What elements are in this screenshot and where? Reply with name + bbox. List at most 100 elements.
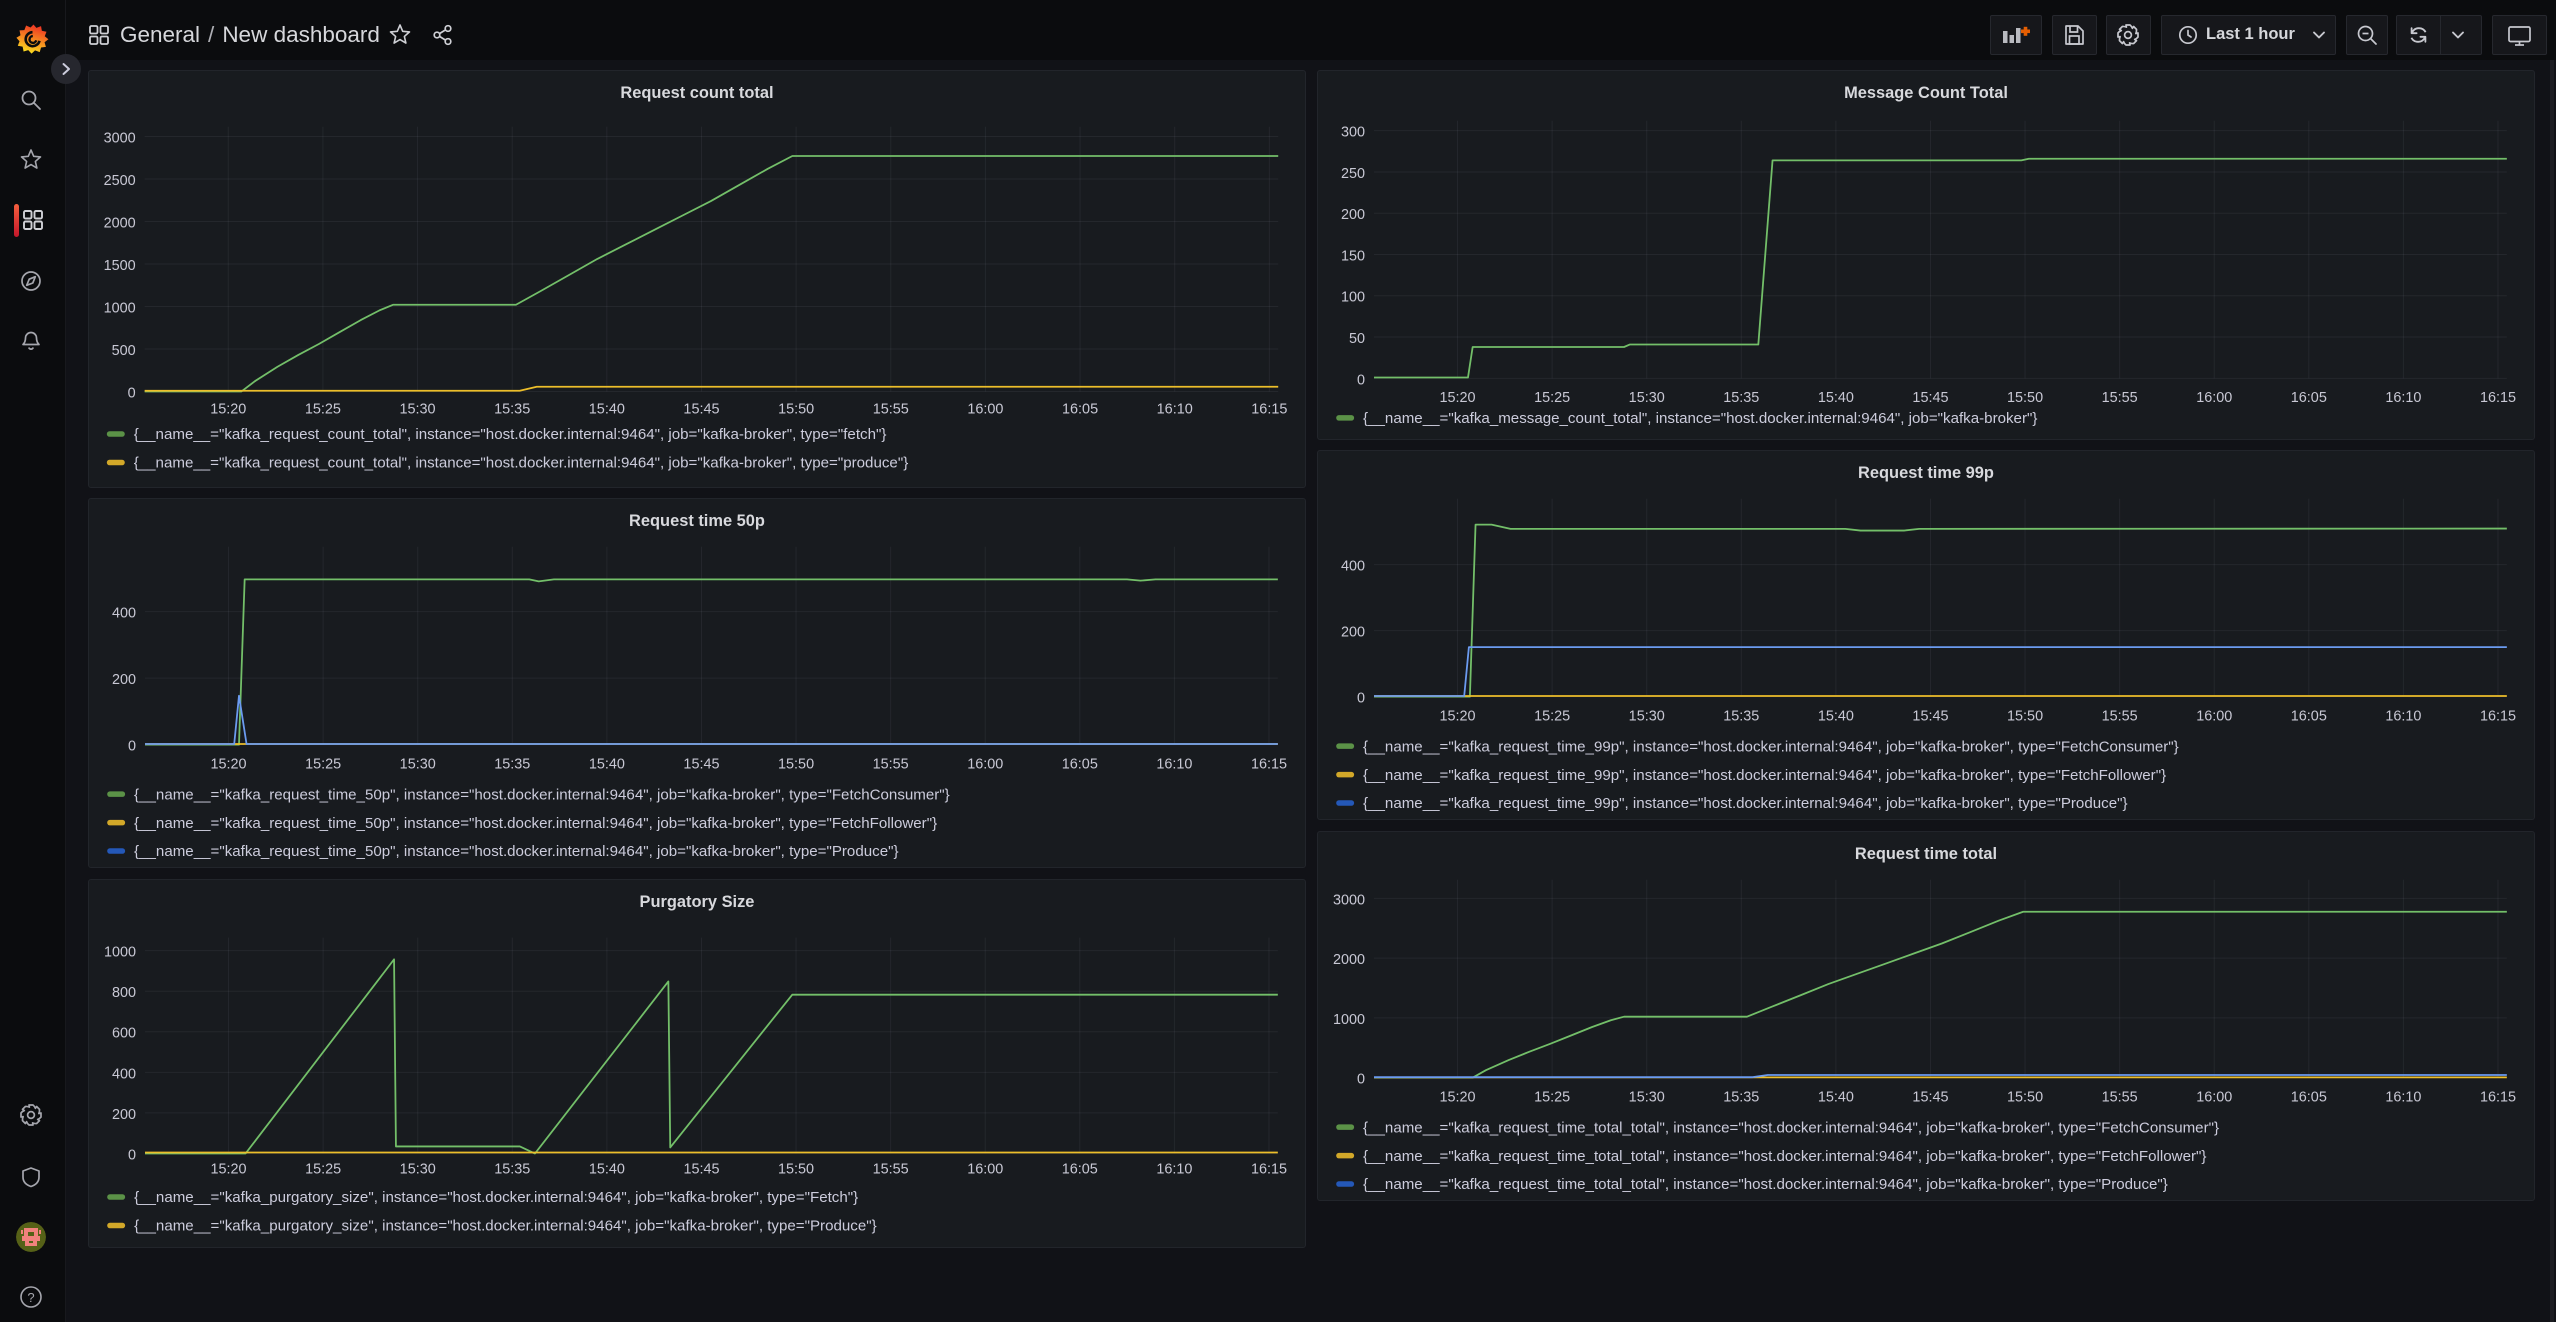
svg-text:15:55: 15:55	[873, 401, 909, 417]
svg-text:15:20: 15:20	[1440, 709, 1476, 725]
svg-text:16:05: 16:05	[2291, 709, 2327, 725]
svg-text:Request time total: Request time total	[1855, 845, 1997, 863]
svg-text:15:45: 15:45	[683, 1161, 719, 1177]
svg-text:15:20: 15:20	[211, 1161, 247, 1177]
svg-text:16:00: 16:00	[967, 401, 1003, 417]
svg-text:Message Count Total: Message Count Total	[1844, 84, 2008, 102]
svg-text:16:05: 16:05	[1062, 1161, 1098, 1177]
svg-text:15:45: 15:45	[1912, 1090, 1948, 1106]
svg-text:50: 50	[1349, 331, 1365, 347]
svg-text:15:50: 15:50	[2007, 1090, 2043, 1106]
svg-text:15:45: 15:45	[1912, 709, 1948, 725]
svg-text:15:55: 15:55	[2102, 390, 2138, 406]
svg-text:16:00: 16:00	[2196, 390, 2232, 406]
svg-text:0: 0	[1357, 372, 1365, 388]
svg-text:1000: 1000	[1333, 1012, 1365, 1028]
svg-text:16:15: 16:15	[1251, 401, 1287, 417]
svg-text:15:30: 15:30	[1629, 390, 1665, 406]
svg-text:15:55: 15:55	[873, 757, 909, 773]
svg-text:15:40: 15:40	[1818, 1090, 1854, 1106]
svg-text:15:20: 15:20	[1440, 1090, 1476, 1106]
svg-text:16:00: 16:00	[2196, 1090, 2232, 1106]
svg-text:2000: 2000	[1333, 952, 1365, 968]
svg-text:15:25: 15:25	[305, 401, 341, 417]
svg-text:15:55: 15:55	[2102, 709, 2138, 725]
svg-text:{__name__="kafka_request_time_: {__name__="kafka_request_time_99p", inst…	[1363, 738, 2179, 755]
svg-text:{__name__="kafka_request_time_: {__name__="kafka_request_time_50p", inst…	[134, 815, 937, 832]
svg-text:15:40: 15:40	[1818, 390, 1854, 406]
svg-text:16:15: 16:15	[1251, 1161, 1287, 1177]
svg-text:300: 300	[1341, 125, 1365, 141]
svg-text:16:10: 16:10	[1156, 1161, 1192, 1177]
svg-text:15:30: 15:30	[1629, 709, 1665, 725]
svg-text:15:45: 15:45	[683, 757, 719, 773]
svg-text:16:10: 16:10	[2385, 709, 2421, 725]
svg-text:2000: 2000	[104, 215, 136, 231]
svg-text:16:00: 16:00	[967, 1161, 1003, 1177]
svg-text:15:35: 15:35	[1723, 709, 1759, 725]
svg-text:3000: 3000	[1333, 892, 1365, 908]
svg-text:400: 400	[1341, 559, 1365, 575]
svg-text:15:30: 15:30	[400, 757, 436, 773]
svg-text:{__name__="kafka_request_time_: {__name__="kafka_request_time_total_tota…	[1363, 1176, 2168, 1193]
svg-text:16:10: 16:10	[2385, 1090, 2421, 1106]
svg-text:15:35: 15:35	[1723, 1090, 1759, 1106]
svg-text:16:05: 16:05	[2291, 1090, 2327, 1106]
svg-text:15:25: 15:25	[1534, 1090, 1570, 1106]
svg-text:{__name__="kafka_purgatory_siz: {__name__="kafka_purgatory_size", instan…	[134, 1189, 858, 1206]
svg-text:15:25: 15:25	[1534, 709, 1570, 725]
svg-text:400: 400	[112, 606, 136, 622]
svg-text:15:25: 15:25	[305, 757, 341, 773]
svg-text:16:05: 16:05	[1062, 401, 1098, 417]
svg-text:1500: 1500	[104, 258, 136, 274]
svg-text:16:10: 16:10	[1157, 401, 1193, 417]
svg-text:2500: 2500	[104, 173, 136, 189]
svg-text:15:20: 15:20	[1440, 390, 1476, 406]
svg-text:16:15: 16:15	[1251, 757, 1287, 773]
svg-text:{__name__="kafka_request_time_: {__name__="kafka_request_time_50p", inst…	[134, 786, 950, 803]
svg-text:200: 200	[112, 1107, 136, 1123]
svg-text:15:25: 15:25	[305, 1161, 341, 1177]
svg-text:15:30: 15:30	[399, 401, 435, 417]
svg-text:800: 800	[112, 985, 136, 1001]
svg-text:{__name__="kafka_request_time_: {__name__="kafka_request_time_50p", inst…	[134, 843, 898, 860]
svg-text:16:15: 16:15	[2480, 709, 2516, 725]
svg-text:15:30: 15:30	[1629, 1090, 1665, 1106]
svg-text:Request time 50p: Request time 50p	[629, 512, 765, 530]
svg-text:15:30: 15:30	[400, 1161, 436, 1177]
svg-text:200: 200	[112, 672, 136, 688]
svg-text:1000: 1000	[104, 945, 136, 961]
svg-text:0: 0	[128, 739, 136, 755]
svg-text:15:55: 15:55	[873, 1161, 909, 1177]
svg-text:400: 400	[112, 1066, 136, 1082]
svg-text:15:35: 15:35	[494, 1161, 530, 1177]
svg-text:15:40: 15:40	[589, 401, 625, 417]
svg-text:15:25: 15:25	[1534, 390, 1570, 406]
svg-text:0: 0	[128, 385, 136, 401]
svg-text:{__name__="kafka_request_time_: {__name__="kafka_request_time_99p", inst…	[1363, 795, 2127, 812]
svg-text:Request count total: Request count total	[620, 84, 773, 102]
svg-text:15:35: 15:35	[494, 757, 530, 773]
svg-text:15:50: 15:50	[2007, 709, 2043, 725]
svg-text:15:40: 15:40	[589, 1161, 625, 1177]
svg-text:{__name__="kafka_request_count: {__name__="kafka_request_count_total", i…	[134, 426, 887, 443]
svg-text:{__name__="kafka_message_count: {__name__="kafka_message_count_total", i…	[1363, 410, 2037, 427]
svg-text:{__name__="kafka_request_count: {__name__="kafka_request_count_total", i…	[134, 455, 909, 472]
svg-text:15:45: 15:45	[683, 401, 719, 417]
svg-text:200: 200	[1341, 625, 1365, 641]
svg-text:16:05: 16:05	[2291, 390, 2327, 406]
svg-text:16:05: 16:05	[1062, 757, 1098, 773]
svg-text:{__name__="kafka_request_time_: {__name__="kafka_request_time_99p", inst…	[1363, 767, 2166, 784]
svg-text:15:35: 15:35	[1723, 390, 1759, 406]
svg-text:250: 250	[1341, 166, 1365, 182]
svg-text:15:40: 15:40	[589, 757, 625, 773]
svg-text:3000: 3000	[104, 130, 136, 146]
svg-text:{__name__="kafka_purgatory_siz: {__name__="kafka_purgatory_size", instan…	[134, 1218, 877, 1235]
svg-text:16:10: 16:10	[1156, 757, 1192, 773]
svg-text:{__name__="kafka_request_time_: {__name__="kafka_request_time_total_tota…	[1363, 1119, 2219, 1136]
svg-text:15:20: 15:20	[210, 401, 246, 417]
svg-text:15:40: 15:40	[1818, 709, 1854, 725]
svg-text:15:55: 15:55	[2102, 1090, 2138, 1106]
svg-text:15:50: 15:50	[778, 757, 814, 773]
svg-text:Request time 99p: Request time 99p	[1858, 464, 1994, 482]
